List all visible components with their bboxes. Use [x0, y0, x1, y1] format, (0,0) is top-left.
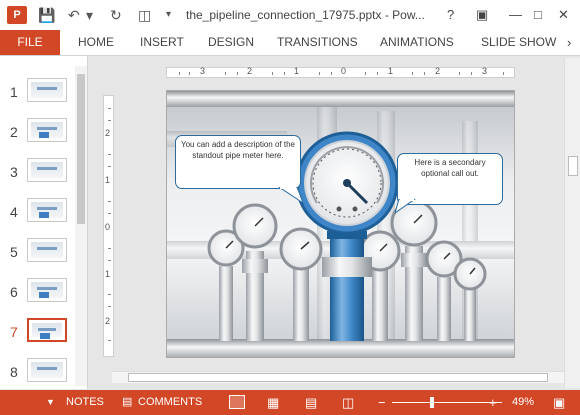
ruler-label: 2	[105, 128, 111, 138]
slide-thumbnail[interactable]	[27, 238, 67, 262]
powerpoint-app-icon[interactable]: P	[7, 6, 27, 24]
slide-thumbnail[interactable]	[27, 78, 67, 102]
thumbnail-slide-8[interactable]: 8	[0, 358, 75, 392]
slide-number: 2	[10, 124, 18, 140]
callout-right-tail	[395, 199, 416, 214]
ruler-label: 3	[200, 66, 206, 76]
slide-thumbnail[interactable]	[27, 278, 67, 302]
undo-icon[interactable]: ↶	[68, 5, 80, 25]
slide-thumbnail[interactable]	[27, 118, 67, 142]
zoom-in-button[interactable]: +	[489, 390, 497, 415]
redo-icon[interactable]: ↻	[110, 5, 122, 25]
slide-number: 5	[10, 244, 18, 260]
ruler-label: 0	[105, 222, 111, 232]
slide-thumbnail-pane: 1 2 3 4 5 6 7 8	[0, 56, 88, 389]
reading-view-icon[interactable]: ▤	[305, 390, 317, 415]
title-bar: P 💾 ↶ ▾ ↻ ◫ ▾ the_pipeline_connection_17…	[0, 0, 580, 30]
close-button[interactable]: ✕	[558, 6, 569, 24]
document-title: the_pipeline_connection_17975.pptx - Pow…	[186, 8, 425, 22]
save-icon[interactable]: 💾	[38, 5, 55, 25]
slide-number: 7	[10, 324, 18, 340]
help-button[interactable]: ?	[447, 6, 454, 24]
tab-animations[interactable]: ANIMATIONS	[380, 30, 454, 55]
tab-file[interactable]: FILE	[0, 30, 60, 55]
scrollbar-thumb[interactable]	[568, 156, 578, 176]
slide-horizontal-scrollbar[interactable]	[112, 371, 564, 383]
zoom-slider[interactable]	[392, 402, 502, 403]
zoom-level[interactable]: 49%	[512, 390, 534, 415]
callout-left-tail	[278, 187, 305, 205]
ruler-label: 2	[105, 316, 111, 326]
tab-slide-show[interactable]: SLIDE SHOW	[481, 30, 556, 55]
present-from-start-icon[interactable]: ◫	[138, 5, 151, 25]
ribbon-tabs: FILE HOME INSERT DESIGN TRANSITIONS ANIM…	[0, 30, 580, 55]
ruler-label: 1	[105, 175, 111, 185]
minimize-button[interactable]: —	[509, 6, 522, 24]
zoom-slider-thumb[interactable]	[430, 397, 434, 408]
maximize-button[interactable]: □	[534, 6, 542, 24]
slide-vertical-scrollbar[interactable]	[564, 58, 580, 388]
ruler-label: 0	[341, 66, 347, 76]
vertical-ruler: 2 1 0 1 2	[103, 95, 114, 357]
slide-number: 8	[10, 364, 18, 380]
horizontal-ruler: 3 2 1 0 1 2 3	[166, 66, 515, 78]
more-tabs-chevron-icon[interactable]: ›	[567, 30, 571, 55]
slide-thumbnail[interactable]	[27, 358, 67, 382]
scrollbar-thumb[interactable]	[77, 74, 85, 224]
callout-left[interactable]: You can add a description of the standou…	[175, 135, 301, 189]
thumbnail-slide-2[interactable]: 2	[0, 118, 75, 152]
undo-dropdown-icon[interactable]: ▾	[86, 5, 93, 25]
ruler-label: 2	[247, 66, 253, 76]
callout-right-text: Here is a secondary optional call out.	[414, 158, 486, 178]
slide-number: 4	[10, 204, 18, 220]
callout-left-text: You can add a description of the standou…	[180, 140, 295, 160]
ribbon-display-options-icon[interactable]: ▣	[476, 6, 488, 24]
comments-icon[interactable]: ▤	[122, 390, 132, 415]
ruler-label: 3	[482, 66, 488, 76]
scrollbar-thumb[interactable]	[128, 373, 548, 382]
ruler-label: 1	[294, 66, 300, 76]
tab-transitions[interactable]: TRANSITIONS	[277, 30, 358, 55]
notes-button[interactable]: NOTES	[66, 390, 104, 415]
thumbnail-scrollbar[interactable]	[75, 66, 87, 386]
tab-design[interactable]: DESIGN	[208, 30, 254, 55]
slide-canvas[interactable]: You can add a description of the standou…	[166, 90, 515, 358]
thumbnail-slide-1[interactable]: 1	[0, 78, 75, 112]
status-bar: ▼ NOTES ▤ COMMENTS ▦ ▤ ◫ − + 49% ▣	[0, 390, 580, 415]
pipeline-illustration	[167, 91, 514, 357]
thumbnail-slide-7[interactable]: 7	[0, 318, 75, 352]
slide-show-icon[interactable]: ◫	[342, 390, 354, 415]
zoom-out-button[interactable]: −	[378, 390, 386, 415]
slide-thumbnail-selected[interactable]	[27, 318, 67, 342]
thumbnail-slide-3[interactable]: 3	[0, 158, 75, 192]
slide-number: 1	[10, 84, 18, 100]
ruler-label: 2	[435, 66, 441, 76]
tab-insert[interactable]: INSERT	[140, 30, 184, 55]
slide-thumbnail[interactable]	[27, 158, 67, 182]
ruler-label: 1	[105, 269, 111, 279]
tab-home[interactable]: HOME	[78, 30, 114, 55]
ruler-label: 1	[388, 66, 394, 76]
thumbnail-slide-5[interactable]: 5	[0, 238, 75, 272]
slide-thumbnail[interactable]	[27, 198, 67, 222]
notes-icon[interactable]: ▼	[46, 390, 55, 415]
thumbnail-slide-4[interactable]: 4	[0, 198, 75, 232]
fit-to-window-icon[interactable]: ▣	[553, 390, 565, 415]
slide-number: 6	[10, 284, 18, 300]
customize-toolbar-icon[interactable]: ▾	[166, 5, 171, 25]
callout-right[interactable]: Here is a secondary optional call out.	[397, 153, 503, 205]
slide-number: 3	[10, 164, 18, 180]
slide-sorter-icon[interactable]: ▦	[267, 390, 279, 415]
thumbnail-slide-6[interactable]: 6	[0, 278, 75, 312]
normal-view-icon[interactable]	[229, 395, 245, 409]
comments-button[interactable]: COMMENTS	[138, 390, 202, 415]
